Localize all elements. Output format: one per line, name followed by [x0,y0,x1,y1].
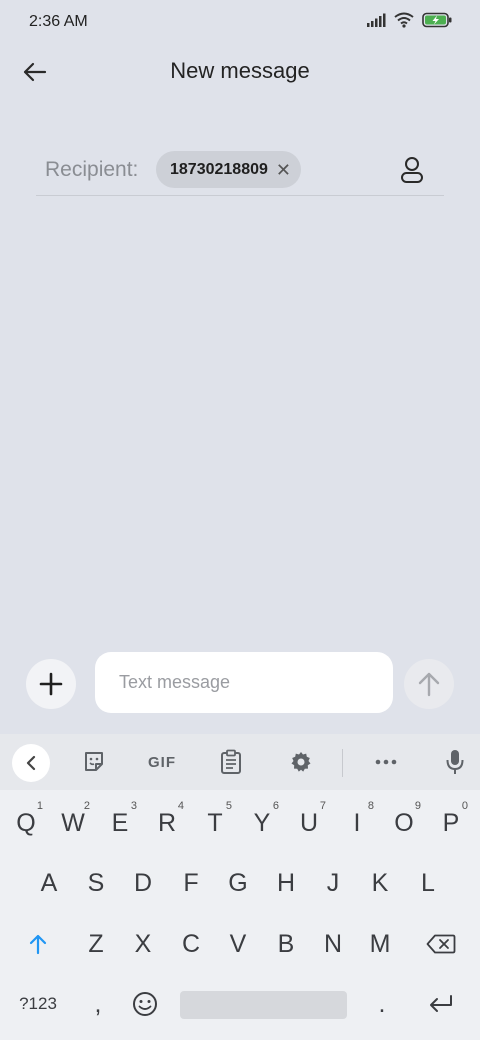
key-a[interactable]: A [26,856,72,910]
key-e[interactable]: E3 [97,796,143,850]
keyboard-toolbar: GIF [0,734,480,790]
key-c[interactable]: C [168,917,214,971]
status-bar: 2:36 AM [0,0,480,44]
recipient-chip-value: 18730218809 [170,160,268,178]
person-icon [401,157,423,183]
key-t[interactable]: T5 [192,796,238,850]
key-z[interactable]: Z [73,917,119,971]
recipient-chip[interactable]: 18730218809 ✕ [156,151,301,188]
microphone-icon [446,750,464,774]
key-o[interactable]: O9 [381,796,427,850]
status-icons [366,12,452,28]
gear-icon [291,752,311,772]
clipboard-button[interactable] [211,744,251,780]
key-y[interactable]: Y6 [239,796,285,850]
key-j[interactable]: J [310,856,356,910]
close-icon[interactable]: ✕ [276,161,291,179]
shift-key[interactable] [15,917,61,971]
key-w[interactable]: W2 [50,796,96,850]
contacts-button[interactable] [394,152,430,188]
key-h[interactable]: H [263,856,309,910]
message-input[interactable] [95,652,393,713]
settings-button[interactable] [281,744,321,780]
key-m[interactable]: M [357,917,403,971]
sticker-button[interactable] [74,744,114,780]
key-g[interactable]: G [215,856,261,910]
backspace-icon [426,934,456,954]
smiley-icon [133,992,157,1016]
symbols-key[interactable]: ?123 [10,977,66,1031]
emoji-key[interactable] [122,977,168,1031]
backspace-key[interactable] [418,917,464,971]
more-button[interactable] [366,744,406,780]
enter-key[interactable] [418,977,464,1031]
collapse-toolbar-button[interactable] [12,744,50,782]
enter-icon [430,995,452,1012]
key-k[interactable]: K [357,856,403,910]
key-d[interactable]: D [120,856,166,910]
key-u[interactable]: U7 [286,796,332,850]
key-s[interactable]: S [73,856,119,910]
clipboard-icon [221,749,241,774]
keyboard-keys: Q1 W2 E3 R4 T5 Y6 U7 I8 O9 P0 A S D F G … [0,790,480,1040]
wifi-icon [394,12,414,28]
key-v[interactable]: V [215,917,261,971]
send-button[interactable] [404,659,454,709]
more-horizontal-icon [375,759,397,765]
signal-icon [366,13,386,27]
gif-button[interactable]: GIF [141,744,183,780]
status-time: 2:36 AM [29,13,88,30]
attach-button[interactable] [26,659,76,709]
chevron-left-icon [26,755,36,771]
recipient-label: Recipient: [45,158,139,181]
voice-input-button[interactable] [435,744,475,780]
key-q[interactable]: Q1 [3,796,49,850]
key-b[interactable]: B [263,917,309,971]
key-i[interactable]: I8 [334,796,380,850]
plus-icon [39,672,63,696]
toolbar-divider [342,749,343,777]
space-key[interactable] [180,991,347,1019]
key-n[interactable]: N [310,917,356,971]
key-p[interactable]: P0 [428,796,474,850]
key-f[interactable]: F [168,856,214,910]
sticker-icon [85,752,103,771]
key-l[interactable]: L [405,856,451,910]
period-key[interactable]: . [359,977,405,1031]
key-x[interactable]: X [120,917,166,971]
arrow-up-icon [418,672,440,697]
key-r[interactable]: R4 [144,796,190,850]
shift-arrow-icon [29,934,47,955]
page-title: New message [170,58,310,83]
recipient-row: Recipient: 18730218809 ✕ [36,146,444,196]
comma-key[interactable]: , [75,977,121,1031]
gif-label: GIF [148,753,176,771]
battery-icon [422,12,452,28]
keyboard: GIF Q 1 W 2 E 3 R 4 T 5 Y 6 U 7 I 8 O 9 … [0,734,480,1040]
